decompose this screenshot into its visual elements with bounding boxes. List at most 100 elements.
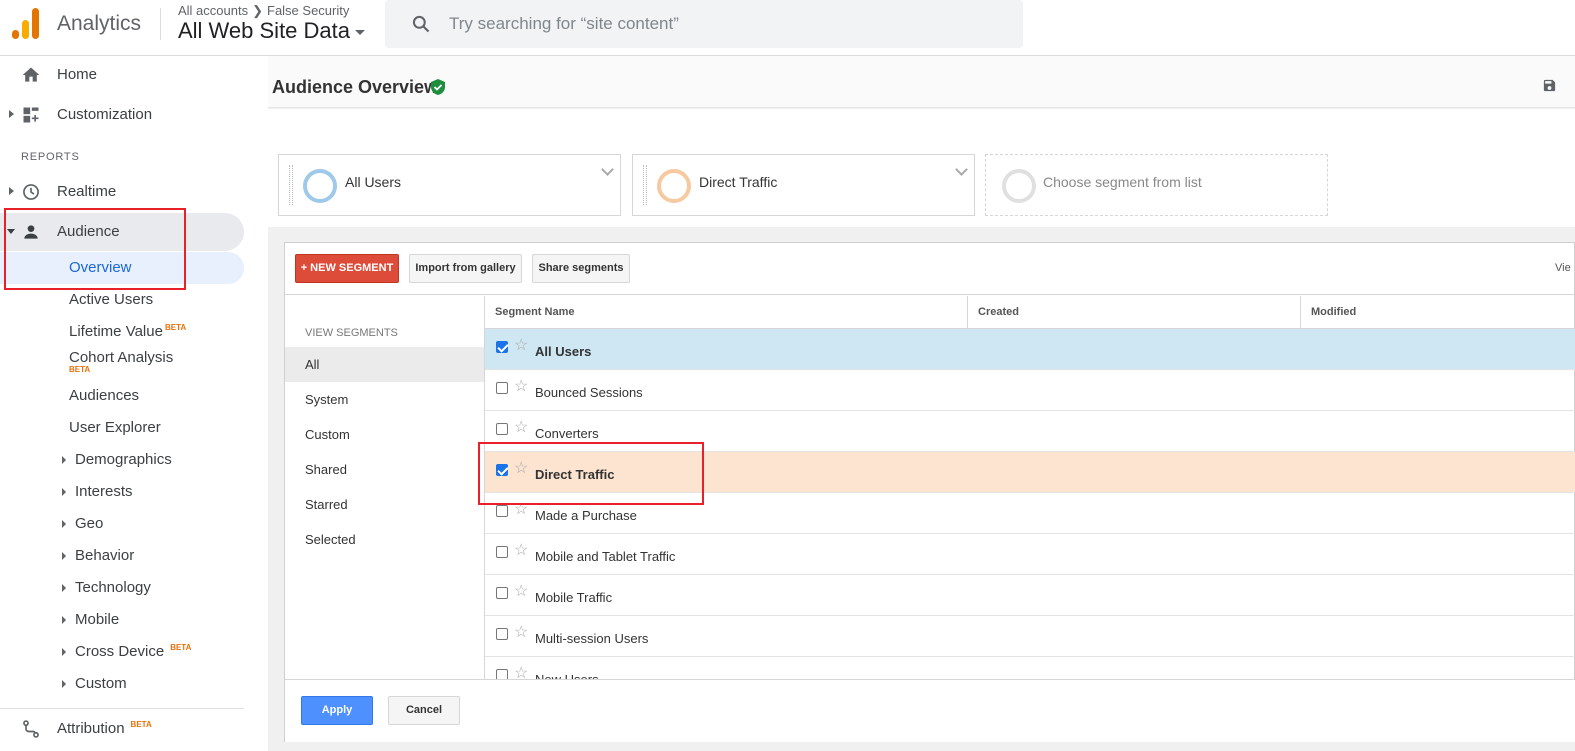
cross-device-text: Cross Device [75,643,165,660]
sidebar-label-behavior: Behavior [75,547,135,564]
new-segment-button[interactable]: + NEW SEGMENT [295,254,399,283]
row-checkbox[interactable] [496,341,508,353]
column-header-segment-name[interactable]: Segment Name [495,306,574,318]
sidebar-item-behavior[interactable]: Behavior [0,541,244,571]
view-segments-shared[interactable]: Shared [285,452,484,487]
drag-handle-icon[interactable] [643,165,647,205]
sidebar-item-customization[interactable]: Customization [0,96,244,134]
star-icon[interactable]: ☆ [514,420,528,436]
sidebar-item-geo[interactable]: Geo [0,509,244,539]
share-segments-button[interactable]: Share segments [532,254,630,283]
segment-row: All Users Direct Traffic Choose segment … [268,109,1575,227]
sidebar-label-cross-device: Cross Device BETA [75,643,191,660]
sidebar-label-technology: Technology [75,579,151,596]
segment-name-cell: Converters [535,426,599,441]
table-row[interactable]: ☆ Multi-session Users [485,616,1575,657]
table-row[interactable]: ☆ Mobile and Tablet Traffic [485,534,1575,575]
search-input[interactable]: Try searching for “site content” [449,14,679,34]
view-selector[interactable]: All Web Site Data [178,18,366,44]
sidebar-item-realtime[interactable]: Realtime [0,173,244,211]
row-checkbox[interactable] [496,669,508,679]
view-segments-starred[interactable]: Starred [285,487,484,522]
table-row[interactable]: ☆ All Users [485,329,1575,370]
sidebar-item-interests[interactable]: Interests [0,477,244,507]
view-segments-label: Custom [305,427,350,442]
segment-name-cell: All Users [535,344,592,359]
column-header-created[interactable]: Created [978,306,1019,318]
expand-arrow-icon [9,110,14,118]
breadcrumb-account[interactable]: All accounts [178,3,248,18]
beta-badge: BETA [164,323,187,332]
chevron-down-icon[interactable] [601,163,614,176]
row-checkbox[interactable] [496,423,508,435]
sidebar-label-geo: Geo [75,515,104,532]
table-header: Segment Name Created Modified [485,296,1575,329]
sidebar: Home Customization REPORTS Realtime Audi… [0,56,268,751]
segment-name: All Users [345,174,402,190]
star-icon[interactable]: ☆ [514,379,528,395]
view-segments-selected[interactable]: Selected [285,522,484,557]
sidebar-item-demographics[interactable]: Demographics [0,445,244,475]
row-checkbox[interactable] [496,628,508,640]
sidebar-label-active-users: Active Users [69,291,154,308]
star-icon[interactable]: ☆ [514,666,528,680]
search-box[interactable]: Try searching for “site content” [385,0,1023,48]
table-row[interactable]: ☆ New Users [485,657,1575,679]
segment-color-ring [657,169,691,203]
sidebar-item-audiences[interactable]: Audiences [0,381,244,411]
breadcrumb[interactable]: All accounts ❯ False Security [178,3,349,19]
column-header-modified[interactable]: Modified [1311,306,1356,318]
sidebar-label-demographics: Demographics [75,451,172,468]
cancel-button[interactable]: Cancel [388,696,460,725]
segment-card-direct-traffic[interactable]: Direct Traffic [632,154,975,216]
panel-footer: Apply Cancel [285,679,1575,742]
star-icon[interactable]: ☆ [514,338,528,354]
breadcrumb-property[interactable]: False Security [267,3,349,18]
segment-card-choose[interactable]: Choose segment from list [985,154,1328,216]
annotation-highlight-box [4,208,186,290]
verified-shield-icon [431,79,445,95]
star-icon[interactable]: ☆ [514,543,528,559]
sidebar-item-cohort-analysis[interactable]: Cohort Analysis BETA [0,343,244,374]
segment-name-cell: Made a Purchase [535,508,637,523]
sidebar-item-custom[interactable]: Custom [0,669,244,699]
analytics-logo-icon[interactable] [12,8,40,40]
sidebar-item-attribution[interactable]: Attribution BETA [0,710,244,748]
table-row[interactable]: ☆ Bounced Sessions [485,370,1575,411]
sidebar-item-technology[interactable]: Technology [0,573,244,603]
save-icon[interactable] [1542,78,1557,93]
segment-card-all-users[interactable]: All Users [278,154,621,216]
drag-handle-icon[interactable] [289,165,293,205]
star-icon[interactable]: ☆ [514,584,528,600]
expand-arrow-icon [62,648,66,656]
sidebar-item-cross-device[interactable]: Cross Device BETA [0,637,244,667]
import-from-gallery-button[interactable]: Import from gallery [409,254,522,283]
sidebar-label-custom: Custom [75,675,127,692]
segment-color-ring [1002,169,1036,203]
expand-arrow-icon [9,187,14,195]
view-segments-custom[interactable]: Custom [285,417,484,452]
view-toggle-label[interactable]: Vie [1555,262,1571,274]
sidebar-label-attribution: Attribution BETA [57,720,152,737]
beta-badge: BETA [170,643,192,652]
row-checkbox[interactable] [496,546,508,558]
apply-button[interactable]: Apply [301,696,373,725]
top-bar: Analytics All accounts ❯ False Security Al… [0,0,1575,56]
segment-name-cell: Multi-session Users [535,631,649,646]
view-segments-all[interactable]: All [285,347,484,382]
row-checkbox[interactable] [496,587,508,599]
star-icon[interactable]: ☆ [514,625,528,641]
sidebar-item-home[interactable]: Home [0,56,244,94]
table-row[interactable]: ☆ Mobile Traffic [485,575,1575,616]
segment-name-cell: Mobile Traffic [535,590,613,605]
chevron-down-icon[interactable] [955,163,968,176]
view-segments-label: All [305,357,320,372]
row-checkbox[interactable] [496,382,508,394]
row-checkbox[interactable] [496,505,508,517]
sidebar-item-mobile[interactable]: Mobile [0,605,244,635]
view-segments-list: VIEW SEGMENTS All System Custom Shared S… [285,296,485,679]
view-segments-system[interactable]: System [285,382,484,417]
home-icon [22,67,40,82]
dashboard-icon [23,107,39,123]
sidebar-item-user-explorer[interactable]: User Explorer [0,413,244,443]
